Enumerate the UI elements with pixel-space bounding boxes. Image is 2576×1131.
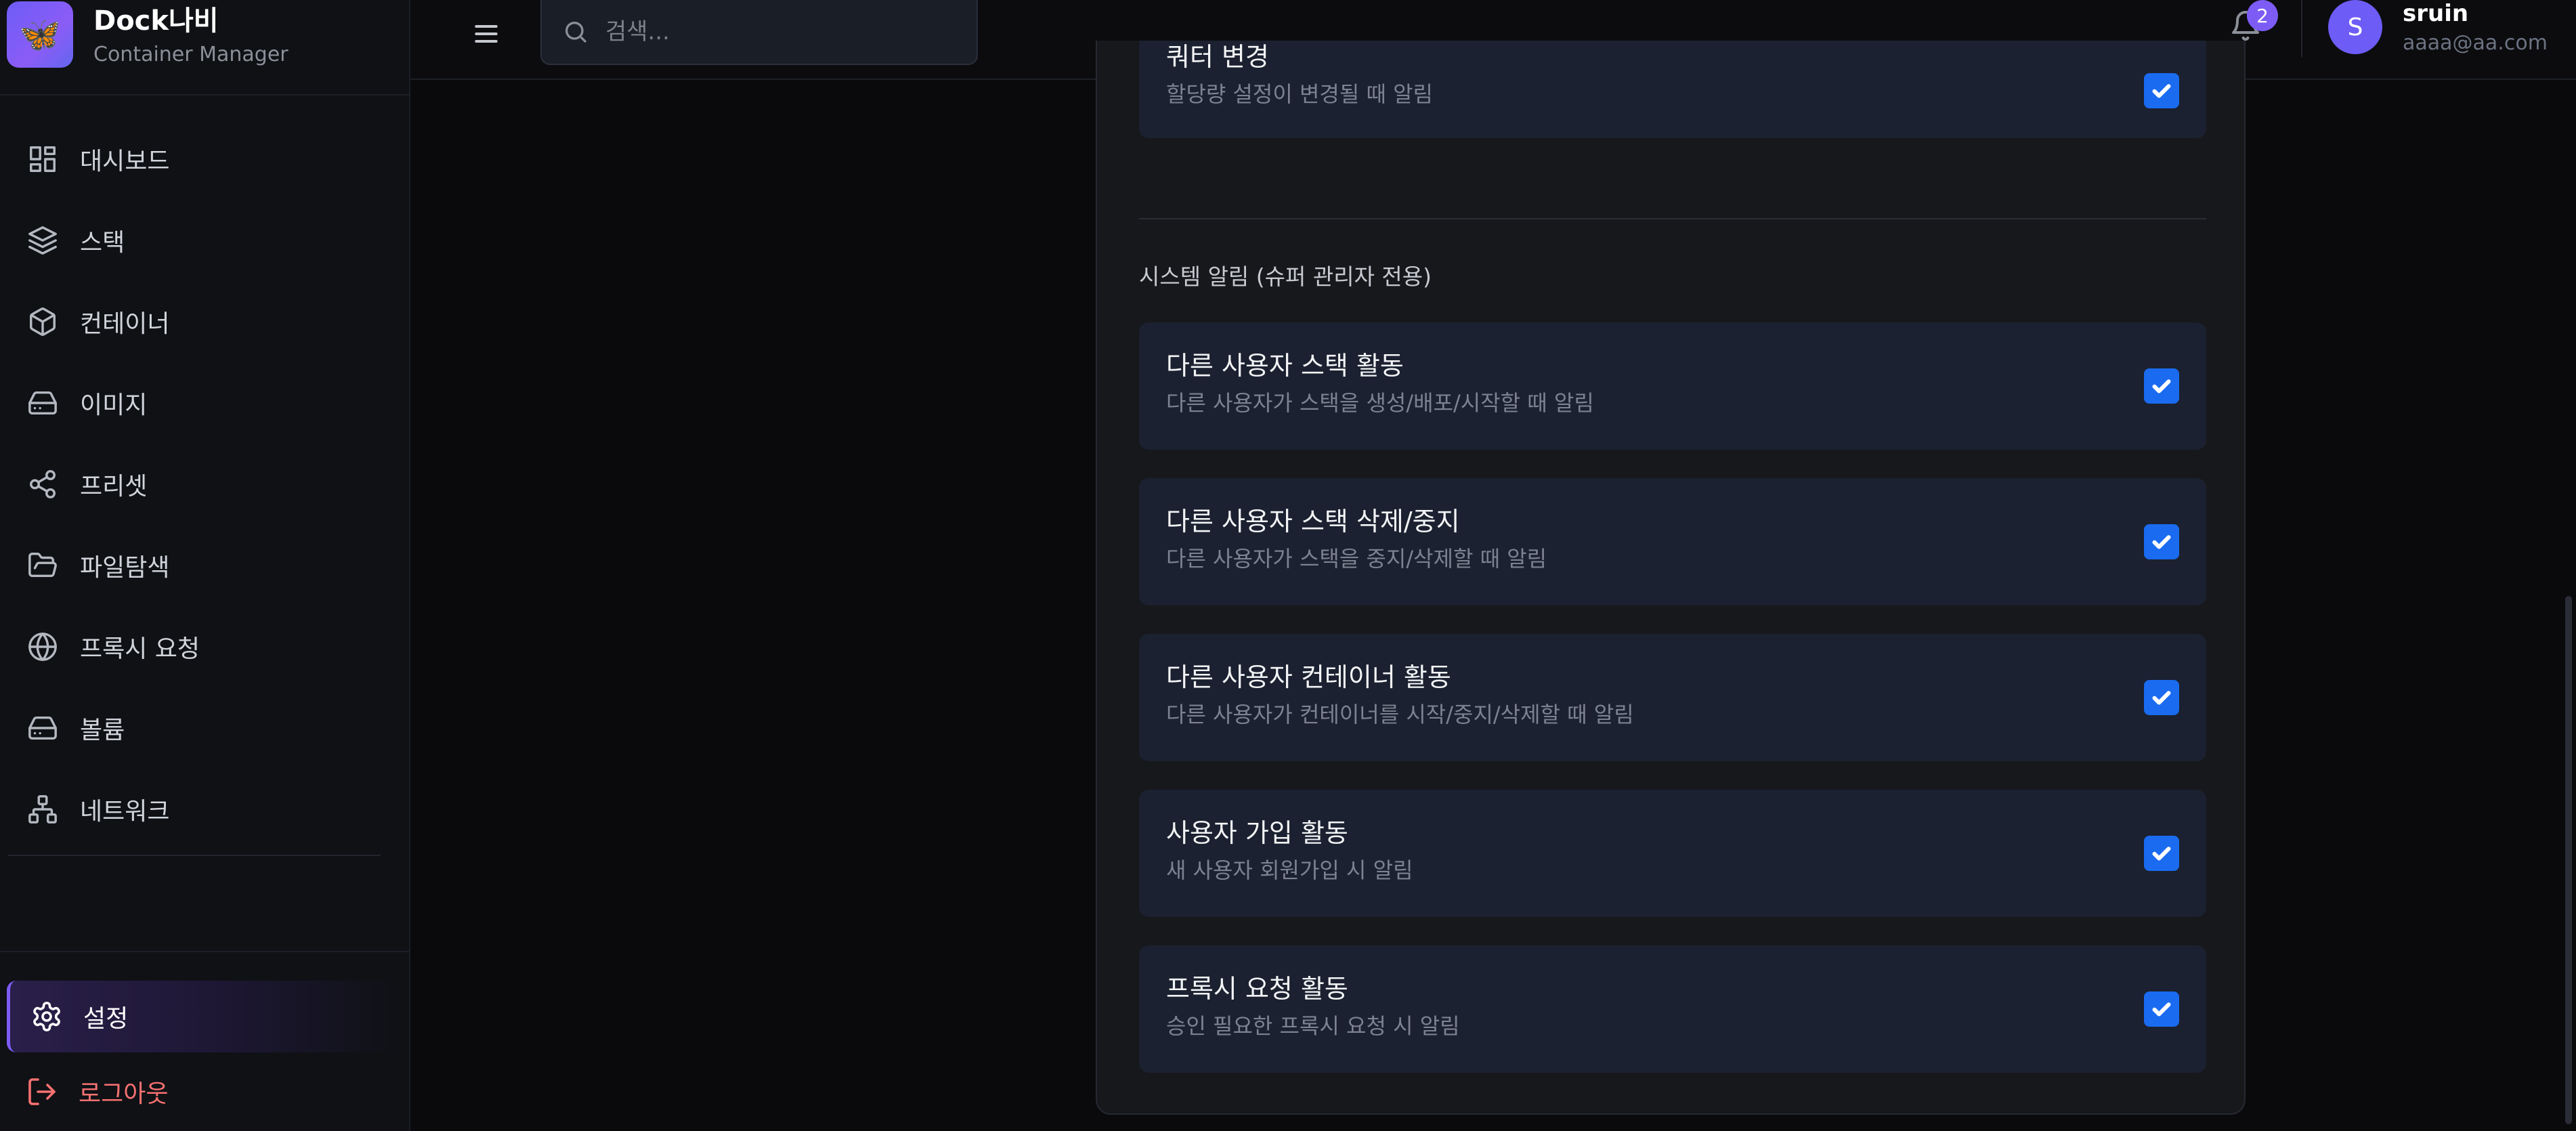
gear-icon xyxy=(33,1002,60,1031)
user-email: aaaa@aa.com xyxy=(2403,31,2548,55)
page-scrollbar[interactable] xyxy=(2565,596,2572,1124)
dashboard-icon xyxy=(26,142,60,176)
sidebar-item-containers[interactable]: 컨테이너 xyxy=(0,281,410,362)
topbar-separator xyxy=(2301,0,2302,57)
setting-title: 다른 사용자 스택 삭제/중지 xyxy=(1166,507,1460,536)
sidebar-item-label: 스택 xyxy=(80,229,125,257)
checkmark-icon xyxy=(2152,847,2171,861)
setting-title: 다른 사용자 컨테이너 활동 xyxy=(1166,662,1451,692)
sidebar-item-label: 네트워크 xyxy=(80,798,170,826)
globe-icon xyxy=(26,630,60,664)
setting-title: 다른 사용자 스택 활동 xyxy=(1166,351,1404,381)
setting-title: 쿼터 변경 xyxy=(1166,42,1269,72)
sidebar-item-settings[interactable]: 설정 xyxy=(7,981,400,1052)
checkmark-icon xyxy=(2152,84,2171,98)
setting-checkbox[interactable] xyxy=(2144,991,2179,1027)
checkmark-icon xyxy=(2152,379,2171,393)
logout-icon xyxy=(28,1078,56,1105)
setting-checkbox[interactable] xyxy=(2144,836,2179,871)
setting-card-user-signup-activity: 사용자 가입 활동 새 사용자 회원가입 시 알림 xyxy=(1139,790,2206,917)
sidebar-item-file-explorer[interactable]: 파일탐색 xyxy=(0,525,410,606)
sidebar-item-label: 프록시 요청 xyxy=(80,635,200,663)
setting-description: 다른 사용자가 스택을 중지/삭제할 때 알림 xyxy=(1166,546,1547,572)
brand-divider xyxy=(0,94,410,95)
user-name: sruin xyxy=(2403,0,2469,27)
setting-checkbox[interactable] xyxy=(2144,680,2179,715)
setting-description: 다른 사용자가 스택을 생성/배포/시작할 때 알림 xyxy=(1166,390,1594,416)
section-divider xyxy=(1139,218,2206,219)
setting-checkbox[interactable] xyxy=(2144,73,2179,108)
sidebar-item-label: 이미지 xyxy=(80,391,148,419)
setting-title: 사용자 가입 활동 xyxy=(1166,818,1348,848)
sidebar-item-label: 대시보드 xyxy=(80,148,170,175)
setting-description: 할당량 설정이 변경될 때 알림 xyxy=(1166,81,1433,107)
setting-card-other-user-stack-delete: 다른 사용자 스택 삭제/중지 다른 사용자가 스택을 중지/삭제할 때 알림 xyxy=(1139,478,2206,605)
sidebar-item-proxy-requests[interactable]: 프록시 요청 xyxy=(0,606,410,687)
menu-toggle-button[interactable] xyxy=(466,14,507,54)
setting-description: 새 사용자 회원가입 시 알림 xyxy=(1166,857,1413,883)
sidebar-item-label: 컨테이너 xyxy=(80,310,170,338)
setting-card-other-user-container-activity: 다른 사용자 컨테이너 활동 다른 사용자가 컨테이너를 시작/중지/삭제할 때… xyxy=(1139,634,2206,761)
setting-description: 승인 필요한 프록시 요청 시 알림 xyxy=(1166,1013,1460,1039)
checkmark-icon xyxy=(2152,535,2171,549)
search-icon xyxy=(565,22,587,43)
layers-icon xyxy=(26,223,60,257)
avatar[interactable]: S xyxy=(2328,0,2382,54)
sidebar-item-volumes[interactable]: 볼륨 xyxy=(0,687,410,769)
setting-card-other-user-stack-activity: 다른 사용자 스택 활동 다른 사용자가 스택을 생성/배포/시작할 때 알림 xyxy=(1139,322,2206,450)
bottom-divider xyxy=(0,951,410,952)
setting-title: 프록시 요청 활동 xyxy=(1166,974,1348,1004)
sidebar-item-networks[interactable]: 네트워크 xyxy=(0,769,410,850)
settings-label: 설정 xyxy=(83,1005,129,1033)
brand-subtitle: Container Manager xyxy=(93,43,288,66)
notification-settings-panel: 쿼터 변경 할당량 설정이 변경될 때 알림 시스템 알림 (슈퍼 관리자 전용… xyxy=(1096,41,2246,1115)
notification-count-badge: 2 xyxy=(2247,0,2278,31)
hard-drive-icon xyxy=(26,386,60,420)
setting-card-quota-change: 쿼터 변경 할당량 설정이 변경될 때 알림 xyxy=(1139,41,2206,138)
sidebar-item-stacks[interactable]: 스택 xyxy=(0,200,410,281)
logout-button[interactable]: 로그아웃 xyxy=(26,1057,168,1127)
nav-divider xyxy=(8,855,381,856)
brand-text: Dock나비 Container Manager xyxy=(93,4,288,72)
setting-checkbox[interactable] xyxy=(2144,368,2179,404)
setting-description: 다른 사용자가 컨테이너를 시작/중지/삭제할 때 알림 xyxy=(1166,702,1634,727)
sidebar-nav: 대시보드 스택 컨테이너 이미지 프리셋 파일탐색 프록시 요청 볼륨 네트워크 xyxy=(0,119,410,850)
setting-card-proxy-request-activity: 프록시 요청 활동 승인 필요한 프록시 요청 시 알림 xyxy=(1139,945,2206,1073)
hamburger-menu-icon xyxy=(475,24,498,43)
sidebar-item-label: 프리셋 xyxy=(80,473,148,500)
sidebar-item-dashboard[interactable]: 대시보드 xyxy=(0,119,410,200)
sidebar-item-label: 파일탐색 xyxy=(80,554,170,582)
sidebar-item-images[interactable]: 이미지 xyxy=(0,362,410,444)
share-icon xyxy=(26,467,60,501)
folder-open-icon xyxy=(26,549,60,582)
logout-label: 로그아웃 xyxy=(79,1080,169,1108)
butterfly-logo-icon: 🦋 xyxy=(7,1,73,68)
hard-drive-icon xyxy=(26,711,60,745)
section-heading: 시스템 알림 (슈퍼 관리자 전용) xyxy=(1139,263,1432,290)
search-input[interactable] xyxy=(605,18,958,45)
box-icon xyxy=(26,305,60,339)
sidebar-item-label: 볼륨 xyxy=(80,717,125,744)
app-root: 🦋 Dock나비 Container Manager 대시보드 스택 컨테이너 … xyxy=(0,0,2576,1131)
checkmark-icon xyxy=(2152,1002,2171,1017)
brand-title: Dock나비 xyxy=(93,5,219,37)
search-box[interactable] xyxy=(540,0,978,65)
sidebar-item-presets[interactable]: 프리셋 xyxy=(0,444,410,525)
checkmark-icon xyxy=(2152,691,2171,705)
setting-checkbox[interactable] xyxy=(2144,524,2179,559)
network-icon xyxy=(26,792,60,826)
sidebar: 🦋 Dock나비 Container Manager 대시보드 스택 컨테이너 … xyxy=(0,0,410,1131)
brand[interactable]: 🦋 Dock나비 Container Manager xyxy=(7,0,406,95)
